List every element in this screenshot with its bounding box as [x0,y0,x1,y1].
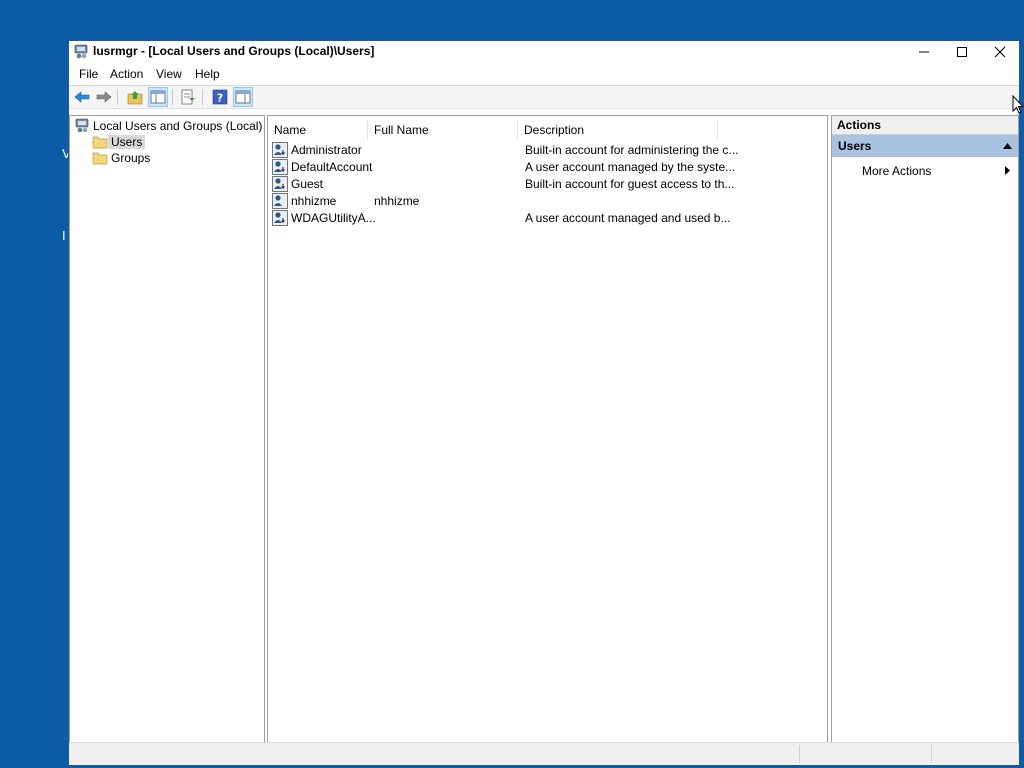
user-name: Administrator [291,143,362,157]
user-icon [272,210,288,226]
menu-file[interactable]: File [79,67,98,81]
table-row[interactable]: Guest Built-in account for guest access … [272,176,812,193]
table-row[interactable]: DefaultAccount A user account managed by… [272,159,812,176]
forward-arrow-icon [96,91,112,103]
user-icon [272,159,288,175]
toolbar-separator [202,89,203,105]
tree-item-label: Local Users and Groups (Local) [93,119,263,133]
user-description: Built-in account for administering the c… [525,143,739,157]
collapse-up-icon [1003,143,1012,149]
tree-item-users[interactable]: Users [92,134,146,150]
action-more-actions[interactable]: More Actions [862,164,931,178]
export-list-button[interactable] [178,87,198,107]
toolbar-separator [117,89,118,105]
toolbar: ? [69,86,1019,109]
status-separator [799,745,800,763]
help-button[interactable]: ? [210,87,230,107]
close-icon [994,46,1006,58]
back-button[interactable] [72,87,92,107]
action-pane-icon [235,90,251,104]
tree-item-groups[interactable]: Groups [92,150,153,166]
console-tree-pane: Local Users and Groups (Local) Users Gro… [69,115,265,743]
toolbar-separator [172,89,173,105]
tree-item-label: Users [108,135,146,149]
forward-button[interactable] [94,87,114,107]
actions-section-users[interactable]: Users [832,135,1018,157]
lusrmgr-window: lusrmgr - [Local Users and Groups (Local… [68,40,1020,766]
table-row[interactable]: WDAGUtilityA... A user account managed a… [272,210,812,227]
user-icon [272,193,288,209]
user-description: A user account managed and used b... [525,211,731,225]
lusrmgr-app-icon [74,44,88,59]
actions-pane: Actions Users More Actions [831,115,1019,743]
table-row[interactable]: Administrator Built-in account for admin… [272,142,812,159]
desktop-text-fragment: I [62,228,66,243]
table-row[interactable]: nhhizme nhhizme [272,193,812,210]
show-hide-action-pane-button[interactable] [233,87,253,107]
action-label: More Actions [862,164,932,178]
actions-header: Actions [832,116,1018,135]
up-one-level-button[interactable] [125,87,145,107]
menu-action[interactable]: Action [110,67,143,81]
svg-text:?: ? [217,92,223,105]
user-name: Guest [291,177,324,191]
user-full-name: nhhizme [374,194,420,208]
user-icon [272,176,288,192]
title-bar[interactable]: lusrmgr - [Local Users and Groups (Local… [69,41,1019,63]
mouse-cursor-icon [1012,95,1024,114]
menu-view[interactable]: View [156,67,182,81]
tree-item-label: Groups [111,151,151,165]
maximize-icon [957,47,967,57]
user-description: A user account managed by the syste... [525,160,736,174]
window-title: lusrmgr - [Local Users and Groups (Local… [93,44,375,58]
menu-bar: File Action View Help [69,65,1019,86]
column-header-description[interactable]: Description [518,120,718,140]
back-arrow-icon [74,91,90,103]
up-folder-icon [127,91,143,105]
menu-help[interactable]: Help [195,67,220,81]
status-bar [69,742,1019,765]
computer-users-icon [75,118,89,133]
tree-item-root[interactable]: Local Users and Groups (Local) [74,118,265,134]
show-hide-console-tree-button[interactable] [148,87,168,107]
status-separator [931,745,932,763]
folder-icon [92,136,108,149]
folder-icon [92,152,108,165]
console-tree-icon [150,90,166,104]
column-header-name[interactable]: Name [268,120,368,140]
user-description: Built-in account for guest access to th.… [525,177,735,191]
help-icon: ? [212,89,228,105]
user-name: WDAGUtilityA... [291,211,376,225]
maximize-button[interactable] [943,41,981,63]
export-list-icon [181,89,195,105]
close-button[interactable] [981,41,1019,63]
minimize-icon [919,51,929,53]
minimize-button[interactable] [905,41,943,63]
submenu-arrow-icon [1005,166,1010,175]
user-name: nhhizme [291,194,337,208]
column-header-full-name[interactable]: Full Name [368,120,518,140]
users-list-pane: Name Full Name Description Administrator… [267,115,828,743]
user-name: DefaultAccount [291,160,373,174]
actions-section-label: Users [838,139,872,153]
user-icon [272,142,288,158]
